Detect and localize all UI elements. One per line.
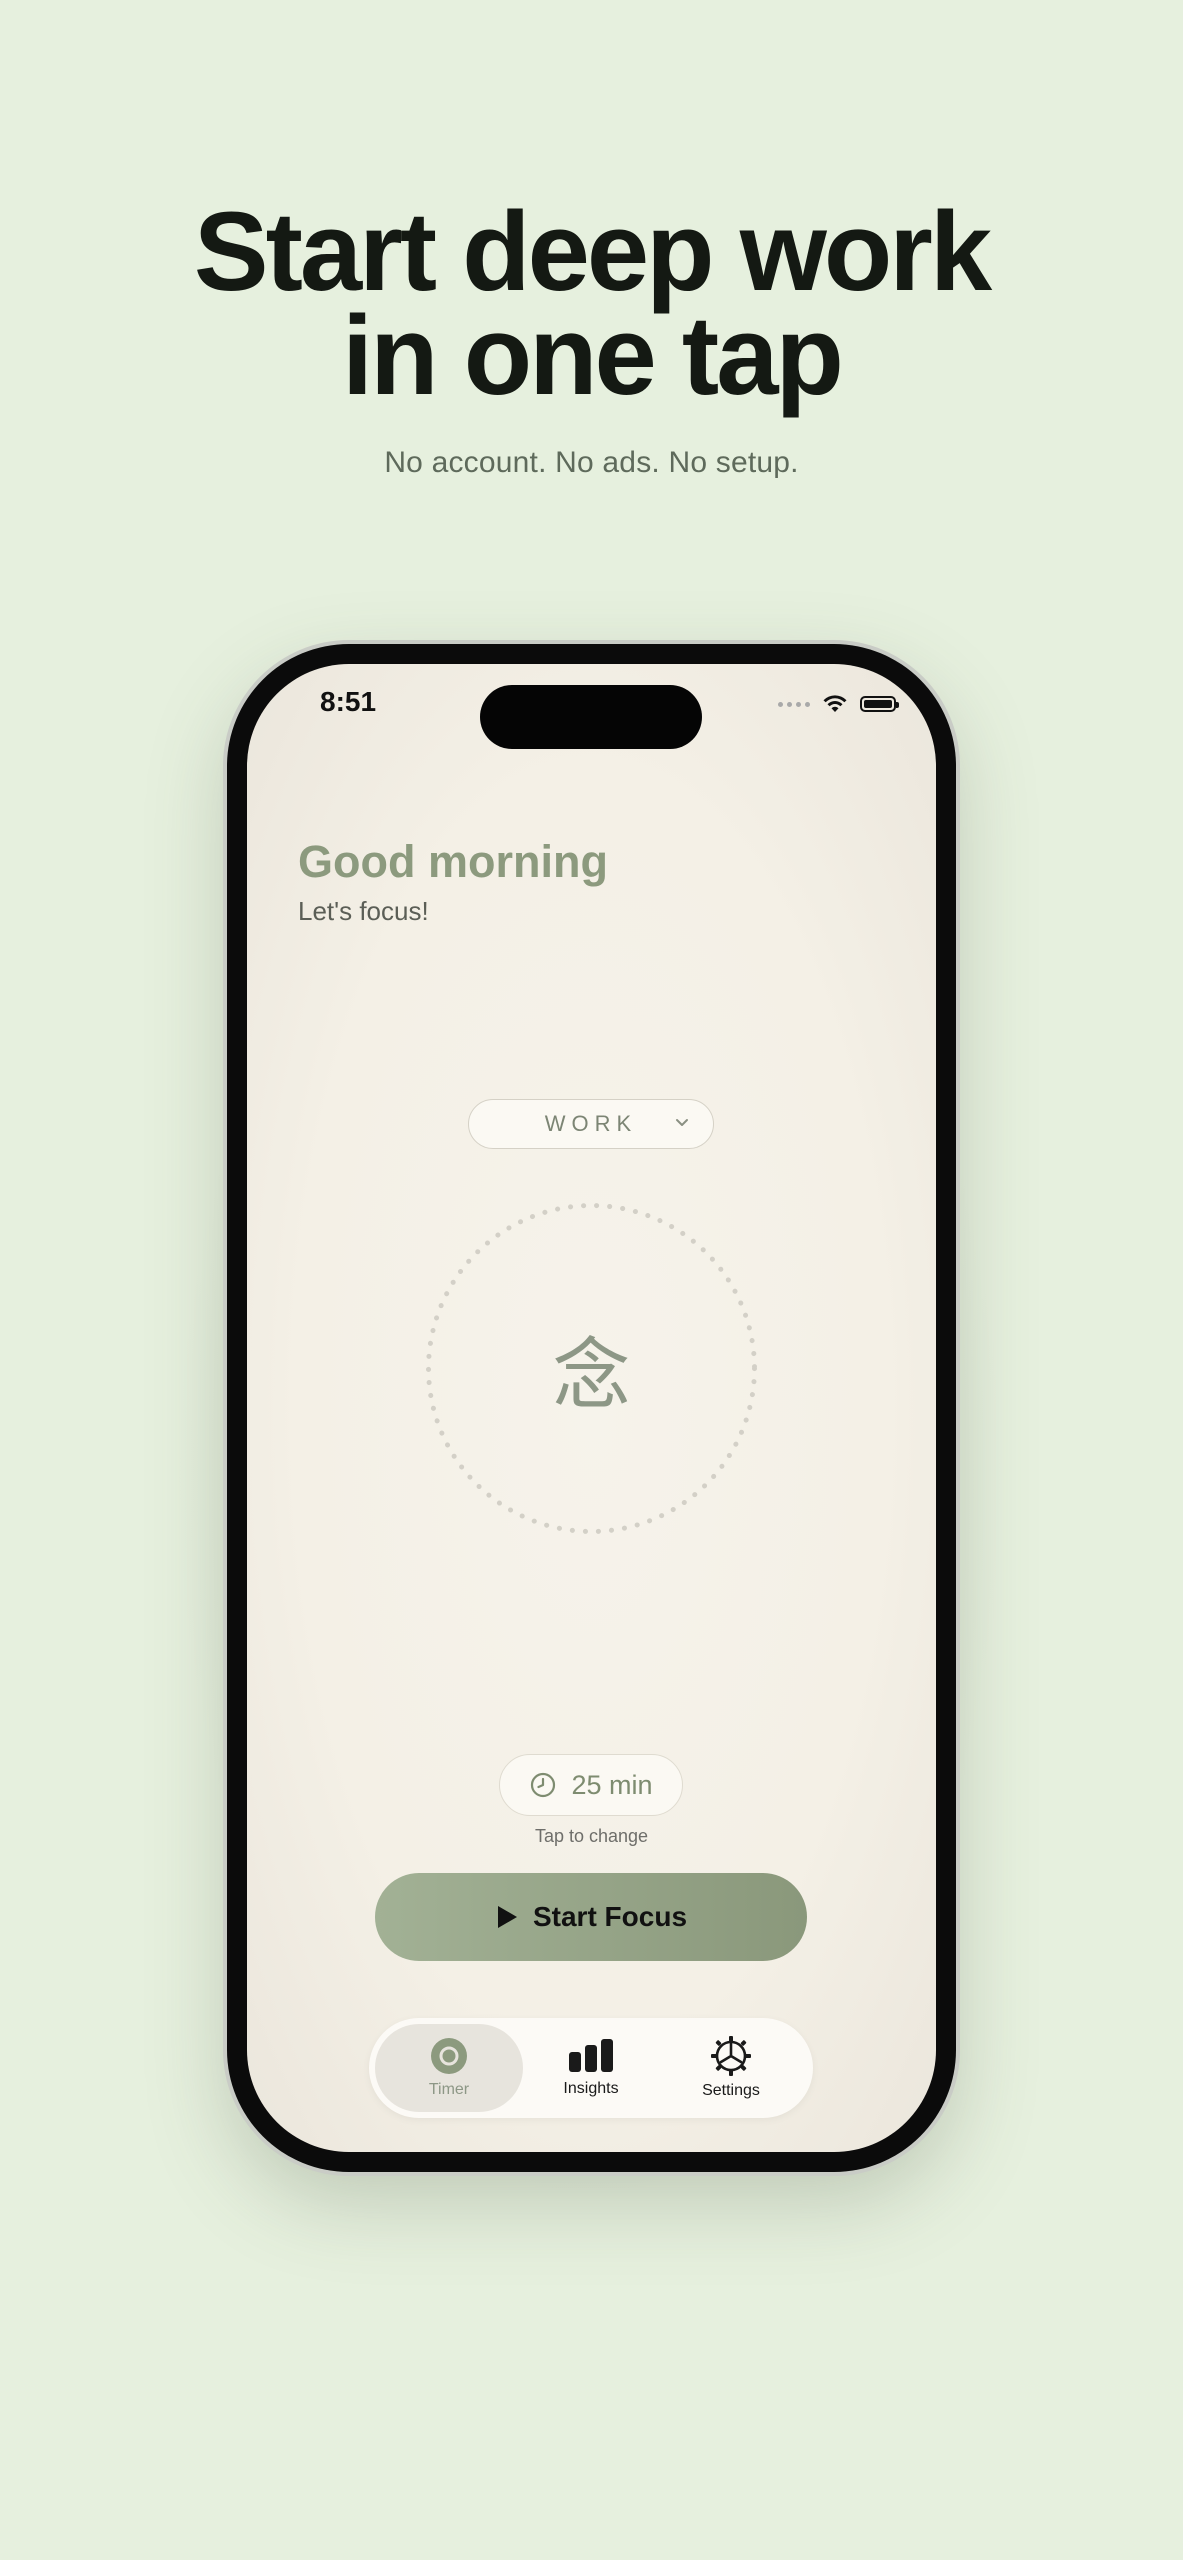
headline-line-2: in one tap (342, 293, 844, 418)
tab-timer-label: Timer (428, 2081, 470, 2098)
start-focus-button[interactable]: Start Focus (375, 1873, 807, 1961)
tab-insights[interactable]: Insights (517, 2024, 665, 2112)
phone-screen: 8:51 Good morning Let's focus! WORK 念 25… (247, 664, 936, 2152)
status-icons (778, 694, 899, 714)
duration-button[interactable]: 25 min (499, 1754, 683, 1816)
dynamic-island (480, 685, 702, 749)
hero-subtitle: No account. No ads. No setup. (384, 446, 799, 479)
focus-symbol: 念 (552, 1330, 631, 1421)
duration-hint: Tap to change (534, 1826, 649, 1846)
mode-selector[interactable]: WORK (468, 1099, 714, 1149)
mode-selector-label: WORK (544, 1111, 638, 1136)
timer-icon (431, 2038, 467, 2074)
phone-frame: 8:51 Good morning Let's focus! WORK 念 25… (227, 644, 956, 2172)
tab-bar: Timer Insights Settings (369, 2018, 813, 2118)
tab-insights-label: Insights (563, 2080, 619, 2097)
tab-timer[interactable]: Timer (375, 2024, 523, 2112)
battery-icon (860, 696, 899, 712)
headline-line-1: Start deep work (193, 189, 992, 314)
clock-icon (531, 1772, 556, 1798)
bar-chart-icon (569, 2039, 613, 2072)
gear-icon (711, 2036, 751, 2076)
status-time: 8:51 (320, 686, 377, 717)
signal-dots-icon (778, 701, 810, 707)
play-icon (497, 1906, 517, 1928)
greeting-title: Good morning (298, 836, 608, 887)
hero-headline: Start deep work in one tap (0, 189, 1183, 418)
greeting-subtitle: Let's focus! (298, 896, 429, 926)
tab-settings[interactable]: Settings (657, 2024, 805, 2112)
start-focus-label: Start Focus (532, 1901, 688, 1932)
wifi-icon (823, 695, 847, 712)
duration-value: 25 min (571, 1769, 653, 1800)
tab-settings-label: Settings (702, 2082, 760, 2099)
chevron-down-icon (676, 1119, 688, 1126)
